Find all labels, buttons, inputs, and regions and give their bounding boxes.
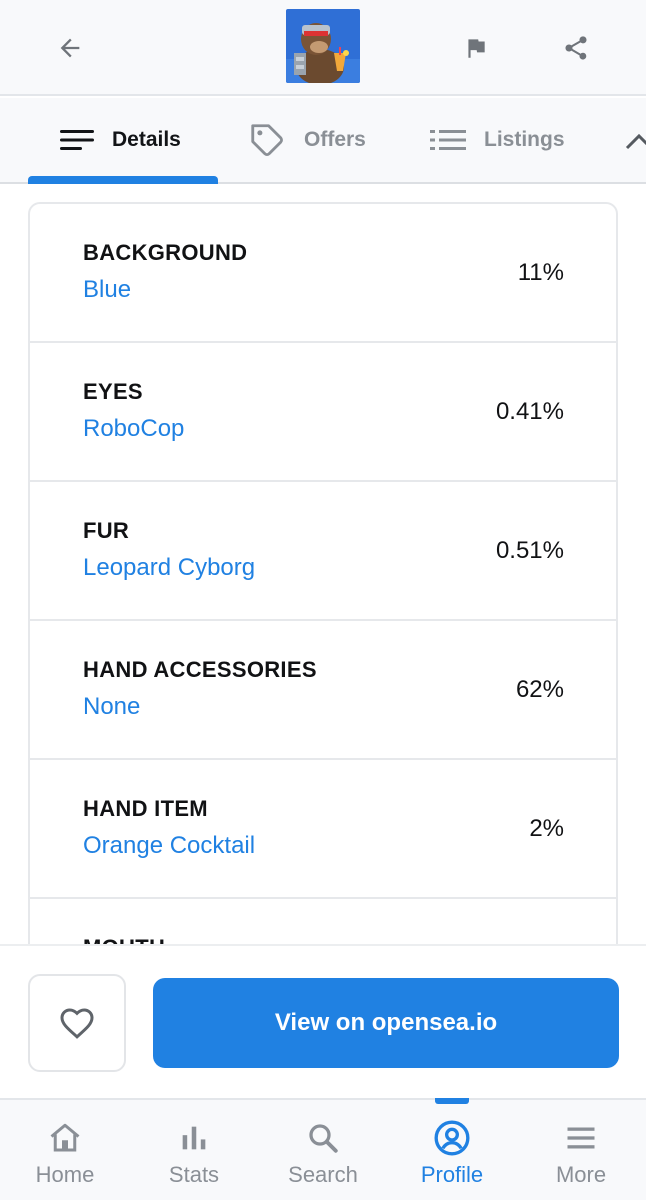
- trait-value[interactable]: RoboCop: [83, 415, 184, 443]
- tag-icon: [251, 124, 283, 156]
- active-tab-indicator: [28, 176, 218, 184]
- tab-listings-label: Listings: [484, 128, 565, 151]
- traits-card: BACKGROUND Blue 11% EYES RoboCop 0.41% F…: [28, 202, 618, 944]
- profile-icon: [432, 1118, 472, 1158]
- nav-home[interactable]: Home: [0, 1100, 130, 1200]
- top-app-bar: [0, 0, 646, 96]
- hamburger-icon: [561, 1118, 601, 1158]
- chevron-up-icon: [625, 133, 646, 150]
- trait-row[interactable]: EYES RoboCop 0.41%: [30, 343, 616, 482]
- trait-type: FUR: [83, 518, 130, 543]
- trait-type: MOUTH: [83, 935, 165, 944]
- back-button[interactable]: [46, 24, 94, 72]
- bar-chart-icon: [174, 1118, 214, 1158]
- active-nav-indicator: [435, 1098, 469, 1104]
- list-icon: [430, 130, 466, 150]
- nav-stats-label: Stats: [168, 1162, 220, 1187]
- tab-offers-label: Offers: [304, 128, 366, 151]
- tab-details-label: Details: [112, 128, 181, 151]
- bottom-navigation: Home Stats Search Profile More: [0, 1098, 646, 1200]
- trait-rarity: 0.51%: [495, 537, 564, 564]
- tab-overflow[interactable]: [624, 98, 646, 182]
- trait-type: BACKGROUND: [83, 240, 248, 265]
- menu-lines-icon: [60, 130, 94, 150]
- trait-row[interactable]: HAND ITEM Orange Cocktail 2%: [30, 760, 616, 899]
- view-on-opensea-button[interactable]: View on opensea.io: [153, 978, 619, 1068]
- trait-row[interactable]: BACKGROUND Blue 11%: [30, 204, 616, 343]
- trait-row[interactable]: FUR Leopard Cyborg 0.51%: [30, 482, 616, 621]
- nav-home-label: Home: [35, 1162, 95, 1187]
- home-icon: [45, 1118, 85, 1158]
- view-on-opensea-label: View on opensea.io: [274, 1009, 498, 1036]
- trait-type: HAND ITEM: [83, 796, 208, 821]
- trait-type: EYES: [83, 379, 143, 404]
- ape-cyborg-image: [286, 9, 360, 83]
- trait-rarity: 11%: [517, 259, 564, 286]
- arrow-left-icon: [60, 38, 80, 58]
- trait-row[interactable]: HAND ACCESSORIES None 62%: [30, 621, 616, 760]
- nav-search[interactable]: Search: [258, 1100, 388, 1200]
- trait-type: HAND ACCESSORIES: [83, 657, 317, 682]
- trait-value[interactable]: Leopard Cyborg: [83, 554, 255, 582]
- tab-bar: Details Offers Listings: [0, 98, 646, 184]
- trait-row[interactable]: MOUTH: [30, 899, 616, 944]
- trait-value[interactable]: Orange Cocktail: [83, 832, 255, 860]
- share-icon: [565, 36, 587, 60]
- report-button[interactable]: [452, 24, 500, 72]
- action-bar: View on opensea.io: [0, 944, 646, 1098]
- details-scroll-area[interactable]: BACKGROUND Blue 11% EYES RoboCop 0.41% F…: [0, 186, 646, 944]
- tab-listings[interactable]: Listings: [430, 98, 565, 182]
- nav-profile-label: Profile: [420, 1162, 484, 1187]
- trait-value[interactable]: Blue: [83, 276, 131, 304]
- nav-search-label: Search: [288, 1162, 358, 1187]
- share-button[interactable]: [552, 24, 600, 72]
- tab-offers[interactable]: Offers: [248, 98, 366, 182]
- trait-rarity: 62%: [515, 676, 564, 703]
- tab-details[interactable]: Details: [60, 98, 181, 182]
- nav-profile[interactable]: Profile: [387, 1100, 517, 1200]
- trait-rarity: 2%: [529, 815, 564, 842]
- trait-rarity: 0.41%: [495, 398, 564, 425]
- nft-thumbnail[interactable]: [286, 9, 360, 83]
- search-icon: [303, 1118, 343, 1158]
- nav-more[interactable]: More: [516, 1100, 646, 1200]
- heart-icon: [60, 1008, 94, 1039]
- nav-stats[interactable]: Stats: [129, 1100, 259, 1200]
- trait-value[interactable]: None: [83, 693, 140, 721]
- nav-more-label: More: [555, 1162, 607, 1187]
- flag-icon: [468, 39, 485, 58]
- favorite-button[interactable]: [28, 974, 126, 1072]
